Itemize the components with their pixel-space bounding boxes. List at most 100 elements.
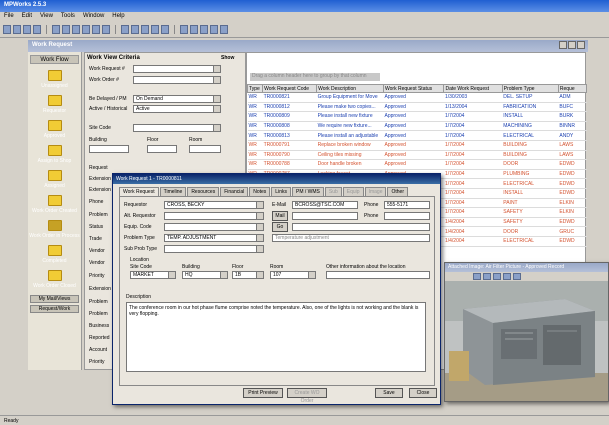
copy-icon[interactable] (62, 25, 70, 34)
users-icon[interactable] (200, 25, 208, 34)
sidebar-item-unassigned[interactable]: Unassigned (28, 70, 81, 89)
report-icon[interactable] (151, 25, 159, 34)
request-work-button[interactable]: Request/Work (30, 305, 79, 313)
sidebar-item-wo-created[interactable]: Work Order Created (28, 195, 81, 214)
tab-notes[interactable]: Notes (249, 187, 271, 196)
column-header[interactable]: Work Request Code (262, 84, 318, 93)
cut-icon[interactable] (52, 25, 60, 34)
print-icon[interactable] (513, 273, 521, 280)
table-row[interactable]: WR TR0000808 We require new fixture... Appr… (247, 121, 587, 132)
table-row[interactable]: WR TR0000813 Please install an adjustable A… (247, 130, 587, 141)
tab-sub[interactable]: Sub (324, 187, 342, 196)
column-header[interactable]: Reque (557, 84, 588, 93)
settings-icon[interactable] (210, 25, 218, 34)
fit-icon[interactable] (493, 273, 501, 280)
equip-code-select[interactable] (164, 223, 264, 231)
my-mail-views-button[interactable]: My Mail/Views (30, 295, 79, 303)
equip-desc-field[interactable] (292, 223, 430, 231)
chart-icon[interactable] (161, 25, 169, 34)
help-icon[interactable] (220, 25, 228, 34)
find-icon[interactable] (102, 25, 110, 34)
table-row[interactable]: WR TR0000790 Ceiling tiles missing Approved… (247, 150, 587, 161)
menu-file[interactable]: File (4, 13, 14, 21)
column-header[interactable]: Date Work Request (443, 84, 503, 93)
floor-input[interactable] (147, 145, 177, 153)
column-header[interactable]: Work Request Status (382, 84, 445, 93)
table-row[interactable]: WR TR0000788 Door handle broken Approved 1/7… (247, 159, 587, 170)
tab-other[interactable]: Other (387, 187, 408, 196)
alt-phone-field[interactable] (384, 212, 430, 220)
menu-window[interactable]: Window (83, 13, 104, 21)
mail-button[interactable]: Mail (272, 211, 288, 221)
table-row[interactable]: WR TR0000821 Group Equipment for Move Appro… (247, 92, 587, 103)
redo-icon[interactable] (92, 25, 100, 34)
site-code-input[interactable] (133, 124, 221, 132)
other-info-field[interactable] (326, 271, 430, 279)
table-row[interactable]: WR TR0000791 Replace broken window Approved… (247, 140, 587, 151)
alt-email-field[interactable] (292, 212, 358, 220)
sidebar-item-assigned[interactable]: Assigned (28, 170, 81, 189)
description-textarea[interactable]: The conference room in our hot phase flu… (126, 302, 426, 372)
sort-icon[interactable] (131, 25, 139, 34)
print-preview-button[interactable]: Print Preview (243, 388, 283, 398)
column-header[interactable]: Type (246, 84, 264, 93)
table-row[interactable]: WR TR0000809 Please install new fixture App… (247, 111, 587, 122)
phone-field[interactable]: 555-5171 (384, 201, 430, 209)
create-work-order-button[interactable]: Create WO Order (287, 388, 327, 404)
open-icon[interactable] (13, 25, 21, 34)
column-header[interactable]: Problem Type (501, 84, 559, 93)
paste-icon[interactable] (72, 25, 80, 34)
tab-timeline[interactable]: Timeline (159, 187, 187, 196)
zoom-in-icon[interactable] (473, 273, 481, 280)
new-icon[interactable] (3, 25, 11, 34)
calendar-icon[interactable] (180, 25, 188, 34)
active-historical-select[interactable]: Active (133, 105, 221, 113)
menu-edit[interactable]: Edit (22, 13, 32, 21)
tab-image[interactable]: Image (364, 187, 387, 196)
print-icon[interactable] (33, 25, 41, 34)
tab-equip[interactable]: Equip (342, 187, 364, 196)
work-request-input[interactable] (133, 65, 221, 73)
save-button[interactable]: Save (375, 388, 403, 398)
sidebar-item-assign-to-shop[interactable]: Assign to Shop (28, 145, 81, 164)
tab-links[interactable]: Links (271, 187, 291, 196)
alt-requestor-select[interactable] (164, 212, 264, 220)
building-input[interactable] (89, 145, 129, 153)
table-row[interactable]: WR TR0000812 Please make two copies... Appr… (247, 102, 587, 113)
sidebar-item-approved[interactable]: Approved (28, 120, 81, 139)
sidebar-header[interactable]: Work Flow (30, 55, 79, 64)
room-select[interactable]: 107 (270, 271, 316, 279)
sidebar-item-wo-in-process[interactable]: Work Order in Process (28, 220, 81, 239)
requestor-select[interactable]: CROSS, BECKY (164, 201, 264, 209)
lookup-button[interactable]: Go (272, 222, 288, 232)
building-select[interactable]: HQ (182, 271, 228, 279)
minimize-icon[interactable] (559, 41, 567, 49)
sidebar-item-requestor[interactable]: Requestor (28, 95, 81, 114)
work-order-input[interactable] (133, 76, 221, 84)
tab-pm-wms[interactable]: PM / WMS (291, 187, 324, 196)
floor-select[interactable]: 1B (232, 271, 264, 279)
menu-help[interactable]: Help (112, 13, 124, 21)
tab-financial[interactable]: Financial (220, 187, 249, 196)
close-button[interactable]: Close (409, 388, 437, 398)
refresh-icon[interactable] (141, 25, 149, 34)
sidebar-item-wo-closed[interactable]: Work Order Closed (28, 270, 81, 289)
mail-icon[interactable] (190, 25, 198, 34)
menu-tools[interactable]: Tools (61, 13, 75, 21)
tab-resources[interactable]: Resources (187, 187, 220, 196)
close-icon[interactable] (577, 41, 585, 49)
maximize-icon[interactable] (568, 41, 576, 49)
email-field[interactable]: BCROSS@TSC.COM (292, 201, 358, 209)
room-input[interactable] (189, 145, 221, 153)
column-header[interactable]: Work Description (316, 84, 384, 93)
sidebar-item-completed[interactable]: Completed (28, 245, 81, 264)
save-icon[interactable] (23, 25, 31, 34)
site-code-select[interactable]: MARKET (130, 271, 176, 279)
filter-icon[interactable] (121, 25, 129, 34)
rotate-icon[interactable] (503, 273, 511, 280)
problem-type-select[interactable]: TEMP. ADJUSTMENT (164, 234, 264, 242)
undo-icon[interactable] (82, 25, 90, 34)
menu-view[interactable]: View (40, 13, 53, 21)
sub-problem-select[interactable] (164, 245, 264, 253)
zoom-out-icon[interactable] (483, 273, 491, 280)
